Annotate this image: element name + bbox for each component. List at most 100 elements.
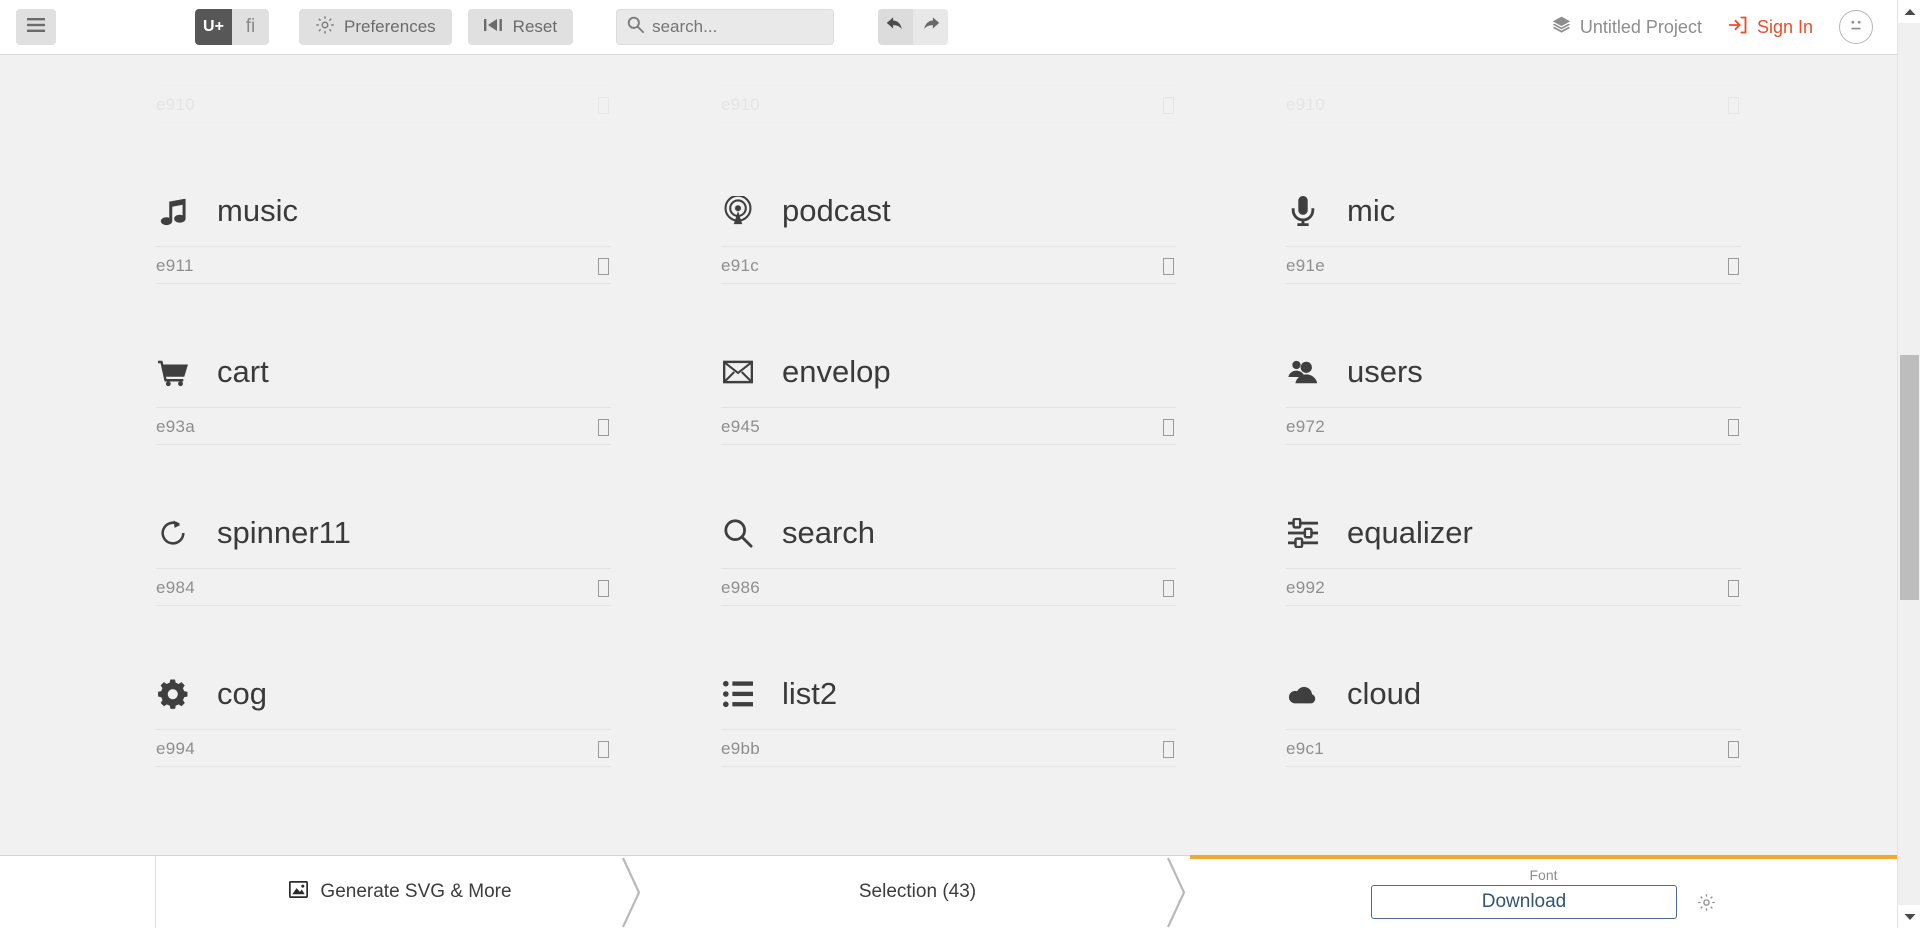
users-icon [1286,357,1320,387]
icon-cell[interactable]: equalizer e992 [1286,445,1741,606]
icon-cell-meta[interactable]: e91e [1286,247,1741,284]
icon-cell-meta[interactable]: e9bb [721,730,1176,767]
download-button[interactable]: Download [1370,885,1678,919]
icon-cell-main[interactable]: envelop [721,346,1176,408]
tofu-glyph-icon [1163,96,1174,114]
icon-cell-meta[interactable]: e91c [721,247,1176,284]
vertical-scrollbar[interactable] [1897,0,1920,928]
icon-cell-main[interactable]: cart [156,346,611,408]
toggle-ligature-option[interactable]: fi [232,9,269,45]
undo-arrow-icon [886,15,905,39]
icon-cell-meta: e910 [156,86,611,123]
redo-button[interactable] [913,9,949,45]
icon-cell-main[interactable]: mic [1286,185,1741,247]
cloud-icon [1286,679,1320,709]
icon-cell-main[interactable]: spinner11 [156,507,611,569]
icon-cell-meta[interactable]: e945 [721,408,1176,445]
toggle-unicode-option[interactable]: U+ [195,9,232,45]
icon-cell-main[interactable]: cloud [1286,668,1741,730]
tofu-glyph-icon [1728,740,1739,758]
equalizer-icon [1286,517,1320,548]
icon-grid: e910 e910 e910 music e911 podcast e91c m… [0,0,1897,767]
tofu-glyph-icon [598,96,609,114]
tofu-glyph-icon [598,418,609,436]
icon-cell-main[interactable]: search [721,507,1176,569]
icon-cell[interactable]: cart e93a [156,284,611,445]
icon-cell[interactable]: list2 e9bb [721,606,1176,767]
icon-name: equalizer [1347,515,1473,550]
tofu-glyph-icon [598,257,609,275]
envelope-icon [721,357,755,387]
icon-cell-meta: e910 [721,86,1176,123]
preferences-label: Preferences [344,17,436,36]
tofu-glyph-icon [1728,96,1739,114]
icon-cell-meta[interactable]: e994 [156,730,611,767]
search-box[interactable] [616,9,835,45]
icon-cell-main[interactable]: users [1286,346,1741,408]
icon-cell-meta[interactable]: e986 [721,569,1176,606]
icon-cell-main[interactable]: list2 [721,668,1176,730]
icon-cell[interactable]: music e911 [156,123,611,284]
icon-cell[interactable]: spinner11 e984 [156,445,611,606]
icon-cell-meta[interactable]: e992 [1286,569,1741,606]
icon-code: e91e [1286,256,1326,275]
codepoint-mode-toggle[interactable]: U+ fi [195,9,269,45]
reset-tab-icon [483,17,504,38]
selection-tab[interactable]: Selection (43) [645,856,1190,928]
icon-grid-scroll-area[interactable]: e910 e910 e910 music e911 podcast e91c m… [0,0,1897,855]
undo-button[interactable] [878,9,914,45]
icon-cell[interactable]: cloud e9c1 [1286,606,1741,767]
tofu-glyph-icon [1163,579,1174,597]
tofu-glyph-icon [598,740,609,758]
icon-cell-meta: e910 [1286,86,1741,123]
icon-cell[interactable]: envelop e945 [721,284,1176,445]
font-panel: Font Download [1190,855,1897,928]
sign-in-button[interactable]: Sign In [1728,15,1813,40]
icon-cell-main[interactable]: cog [156,668,611,730]
scroll-up-arrow-icon[interactable] [1898,0,1920,23]
icon-cell-main[interactable]: music [156,185,611,247]
generate-svg-label: Generate SVG & More [320,881,512,902]
generate-svg-button[interactable]: Generate SVG & More [156,856,645,928]
icon-name: podcast [782,193,891,228]
hamburger-menu-button[interactable] [16,9,56,45]
icon-cell-meta[interactable]: e984 [156,569,611,606]
icon-cell[interactable]: mic e91e [1286,123,1741,284]
icon-code: e994 [156,739,196,758]
avatar[interactable] [1839,10,1873,44]
icon-name: cloud [1347,676,1422,711]
icon-code: e910 [156,95,196,114]
cog-icon [156,678,190,709]
tofu-glyph-icon [1728,418,1739,436]
neutral-face-avatar-icon [1845,14,1867,41]
font-panel-label: Font [1529,867,1558,883]
scroll-down-arrow-icon[interactable] [1898,905,1920,928]
icon-cell-meta[interactable]: e972 [1286,408,1741,445]
project-selector[interactable]: Untitled Project [1552,15,1702,39]
music-note-icon [156,196,190,226]
icon-name: search [782,515,876,550]
hamburger-menu-icon [27,17,45,37]
gear-icon[interactable] [1697,893,1716,912]
icomoon-app: e910 e910 e910 music e911 podcast e91c m… [0,0,1920,928]
undo-redo-group[interactable] [878,9,949,45]
icon-cell[interactable]: podcast e91c [721,123,1176,284]
icon-cell[interactable]: search e986 [721,445,1176,606]
scrollbar-thumb[interactable] [1900,355,1919,600]
icon-code: e910 [721,95,761,114]
icon-cell-meta[interactable]: e9c1 [1286,730,1741,767]
icon-cell-main[interactable]: equalizer [1286,507,1741,569]
reset-button[interactable]: Reset [467,9,574,45]
tofu-glyph-icon [1163,257,1174,275]
preferences-button[interactable]: Preferences [299,9,452,45]
icon-name: envelop [782,354,891,389]
icon-cell-meta[interactable]: e93a [156,408,611,445]
icon-cell-meta[interactable]: e911 [156,247,611,284]
search-input[interactable] [652,17,824,37]
tofu-glyph-icon [1728,257,1739,275]
spinner-refresh-icon [156,518,190,548]
gear-icon [315,15,335,40]
icon-cell[interactable]: cog e994 [156,606,611,767]
icon-cell[interactable]: users e972 [1286,284,1741,445]
icon-cell-main[interactable]: podcast [721,185,1176,247]
